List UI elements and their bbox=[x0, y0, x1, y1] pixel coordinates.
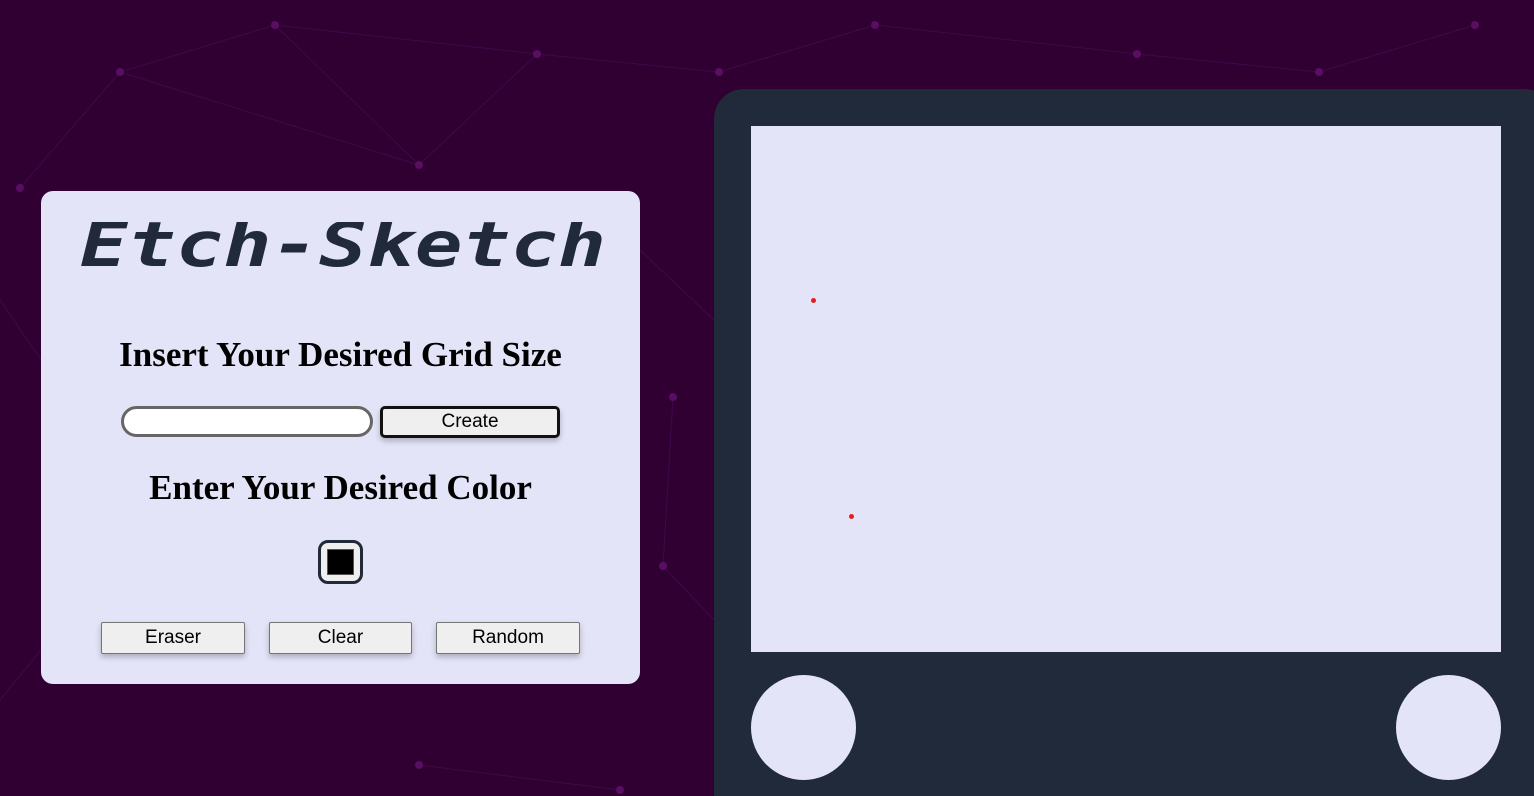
create-button[interactable]: Create bbox=[380, 406, 560, 438]
grid-size-input[interactable] bbox=[121, 406, 373, 437]
drawing-canvas[interactable] bbox=[751, 126, 1501, 652]
color-swatch-icon bbox=[327, 549, 354, 575]
drawn-pixel bbox=[811, 298, 816, 303]
color-picker[interactable] bbox=[318, 540, 363, 584]
right-knob bbox=[1396, 675, 1501, 780]
app-title: Etch-Sketch bbox=[80, 222, 606, 268]
drawn-pixel bbox=[849, 514, 854, 519]
eraser-button[interactable]: Eraser bbox=[101, 622, 245, 654]
grid-size-heading: Insert Your Desired Grid Size bbox=[119, 335, 562, 374]
random-button[interactable]: Random bbox=[436, 622, 580, 654]
clear-button[interactable]: Clear bbox=[269, 622, 412, 654]
etch-sketch-logo: Etch-Sketch bbox=[80, 222, 606, 268]
left-knob bbox=[751, 675, 856, 780]
color-heading: Enter Your Desired Color bbox=[149, 468, 532, 507]
